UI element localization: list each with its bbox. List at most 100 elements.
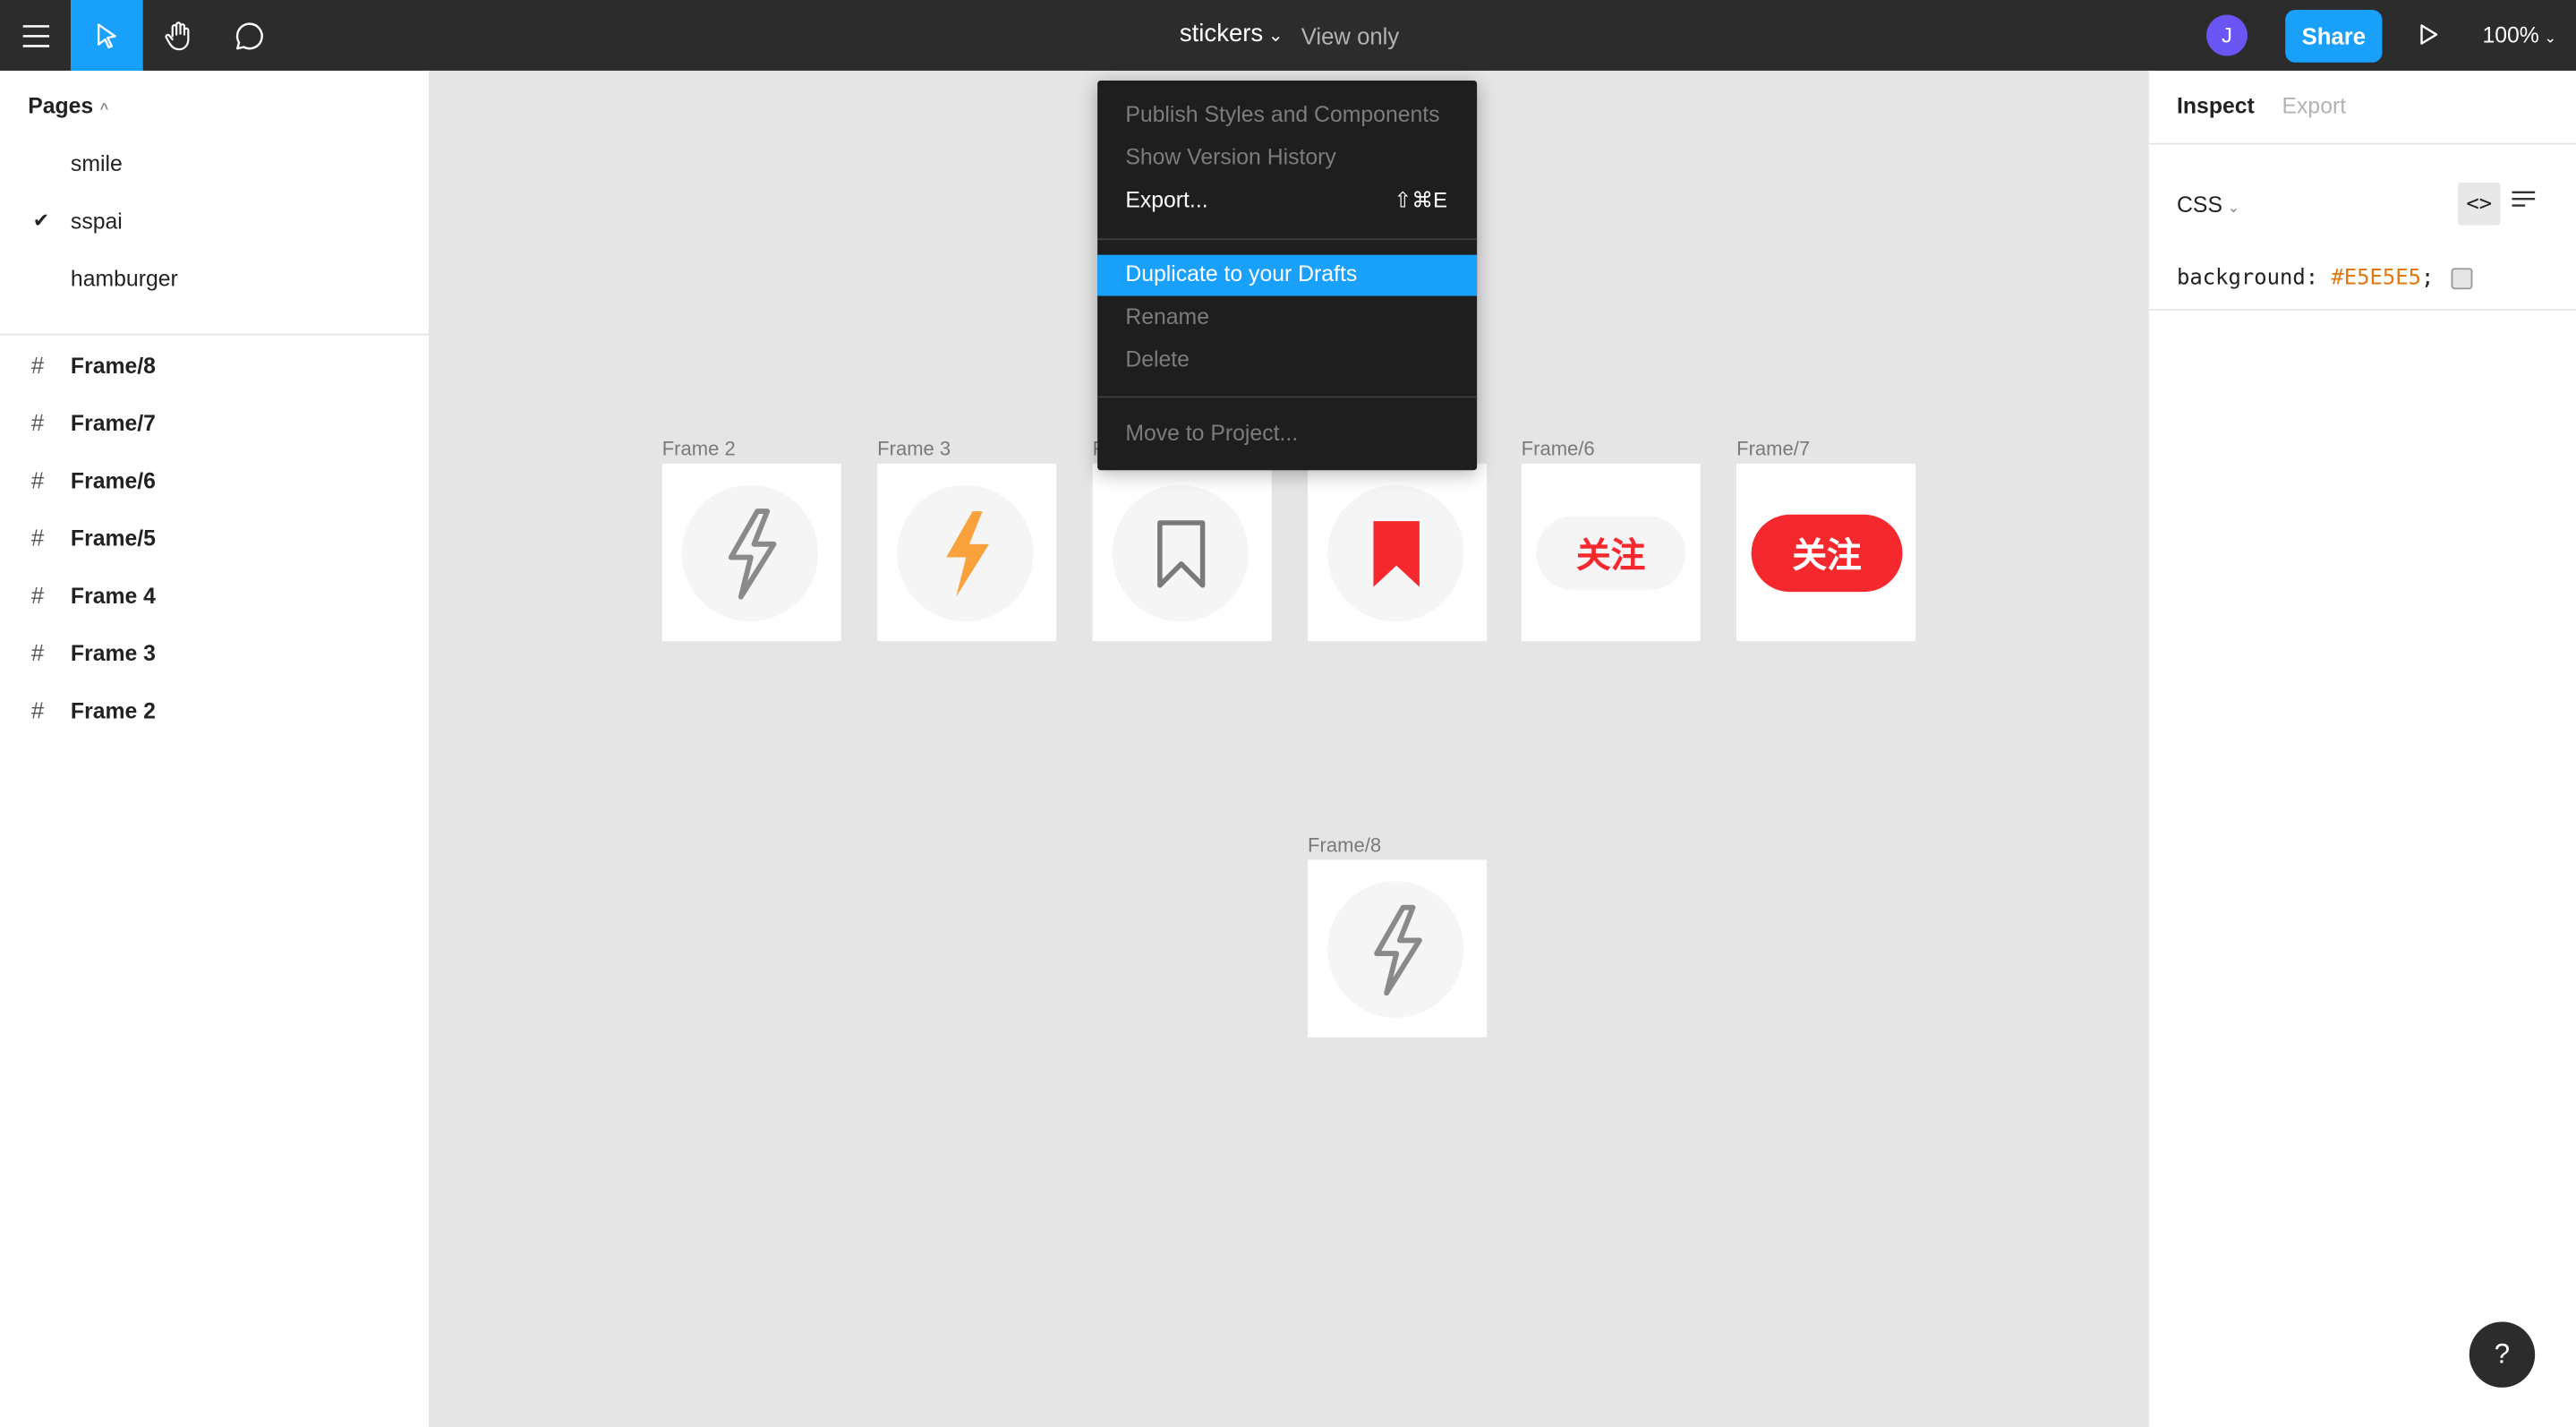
code-view-button[interactable]: <> (2457, 182, 2501, 226)
divider (0, 333, 430, 336)
icon-circle (681, 484, 819, 622)
frame-label: Frame/6 (1521, 437, 1595, 461)
layer-item[interactable]: # Frame/7 (0, 409, 429, 442)
hamburger-menu-icon (21, 24, 49, 47)
menu-item-delete[interactable]: Delete (1097, 340, 1477, 381)
menu-item-label: Delete (1125, 346, 1190, 372)
divider (2148, 142, 2576, 145)
layer-name: Frame/8 (70, 353, 156, 379)
menu-item-label: Duplicate to your Drafts (1125, 261, 1358, 286)
frame-8[interactable] (1308, 859, 1488, 1038)
menu-item-label: Show Version History (1125, 144, 1336, 170)
css-property: background: (2177, 266, 2319, 292)
divider (2148, 309, 2576, 312)
file-name-dropdown[interactable]: stickers ⌄ (1180, 20, 1284, 47)
layer-name: Frame 4 (70, 583, 156, 609)
comment-tool-button[interactable] (214, 0, 285, 71)
menu-item-label: Move to Project... (1125, 421, 1299, 446)
menu-item-export[interactable]: Export... ⇧⌘E (1097, 181, 1477, 222)
page-item-sspai[interactable]: sspai (71, 209, 123, 234)
checkmark-icon: ✔ (32, 209, 50, 232)
comment-icon (235, 21, 262, 49)
toolbar: stickers ⌄ View only J Share 100% ⌄ (0, 0, 2576, 71)
menu-item-label: Export... (1125, 187, 1208, 212)
frame-icon: # (30, 582, 45, 609)
chevron-down-icon: ⌄ (2544, 30, 2557, 47)
avatar[interactable]: J (2206, 14, 2248, 56)
layer-name: Frame 2 (70, 698, 156, 724)
frame-6[interactable]: 关注 (1521, 463, 1701, 642)
frame-5[interactable] (1308, 463, 1488, 642)
menu-separator (1097, 238, 1478, 241)
tab-export[interactable]: Export (2282, 94, 2347, 119)
hand-tool-button[interactable] (143, 0, 214, 71)
frame-label: Frame/8 (1308, 833, 1382, 857)
layer-item[interactable]: # Frame/6 (0, 467, 429, 500)
bolt-filled-icon (945, 510, 989, 596)
play-icon (2420, 24, 2438, 45)
layer-item[interactable]: # Frame/5 (0, 525, 429, 558)
menu-item-version-history[interactable]: Show Version History (1097, 138, 1477, 179)
frame-icon: # (30, 639, 45, 666)
layer-name: Frame/6 (70, 468, 156, 493)
chevron-down-icon: ⌄ (2227, 199, 2240, 216)
zoom-dropdown[interactable]: 100% ⌄ (2482, 23, 2556, 48)
page-item-smile[interactable]: smile (71, 151, 123, 176)
frame-label: Frame 2 (661, 437, 736, 461)
icon-circle (1327, 484, 1464, 622)
color-swatch (2450, 268, 2472, 290)
share-button[interactable]: Share (2285, 10, 2383, 63)
css-value[interactable]: #E5E5E5 (2331, 266, 2421, 291)
frame-3[interactable] (877, 463, 1057, 642)
frame-icon: # (30, 524, 45, 551)
layer-name: Frame 3 (70, 641, 156, 666)
layer-name: Frame/5 (70, 526, 156, 551)
frame-icon: # (30, 696, 45, 724)
menu-item-rename[interactable]: Rename (1097, 297, 1477, 338)
zoom-level: 100% (2482, 22, 2539, 48)
pages-title: Pages (28, 93, 94, 119)
frame-4[interactable] (1092, 463, 1272, 642)
file-name: stickers (1179, 20, 1264, 48)
css-code-line: background: #E5E5E5; (2177, 266, 2472, 291)
chevron-down-icon: ⌄ (1267, 26, 1284, 47)
menu-item-label: Rename (1125, 303, 1209, 329)
shortcut-label: ⇧⌘E (1394, 187, 1448, 212)
layer-item[interactable]: # Frame 2 (0, 697, 429, 731)
code-icon: <> (2466, 191, 2493, 217)
frame-label: Frame/7 (1736, 437, 1811, 461)
frame-icon: # (30, 409, 45, 436)
tab-inspect[interactable]: Inspect (2177, 94, 2255, 119)
bolt-outline-icon (1373, 903, 1421, 995)
icon-circle (1327, 881, 1464, 1018)
code-language-dropdown[interactable]: CSS ⌄ (2177, 192, 2239, 218)
bolt-outline-icon (727, 508, 776, 599)
layer-name: Frame/7 (70, 411, 156, 436)
frame-icon: # (30, 351, 45, 379)
help-button[interactable]: ? (2469, 1321, 2536, 1388)
bookmark-outline-icon (1156, 519, 1205, 587)
layer-item[interactable]: # Frame 3 (0, 639, 429, 672)
cursor-icon (97, 22, 116, 48)
layer-item[interactable]: # Frame/8 (0, 352, 429, 385)
page-item-hamburger[interactable]: hamburger (71, 266, 178, 291)
layer-item[interactable]: # Frame 4 (0, 582, 429, 615)
menu-item-move-to-project[interactable]: Move to Project... (1097, 414, 1477, 456)
list-view-button[interactable] (2511, 189, 2537, 220)
menu-item-publish[interactable]: Publish Styles and Components (1097, 96, 1477, 137)
bookmark-filled-icon (1372, 520, 1419, 586)
menu-separator (1097, 396, 1478, 398)
present-button[interactable] (2415, 21, 2441, 56)
main-menu-button[interactable] (0, 0, 71, 71)
frame-2[interactable] (661, 463, 841, 642)
menu-item-label: Publish Styles and Components (1125, 101, 1440, 127)
frame-7[interactable]: 关注 (1736, 463, 1916, 642)
pages-header[interactable]: Pages ^ (28, 94, 108, 119)
menu-item-duplicate[interactable]: Duplicate to your Drafts (1097, 254, 1478, 296)
icon-circle (1112, 484, 1249, 622)
css-semicolon: ; (2421, 266, 2435, 292)
hand-icon (164, 21, 189, 50)
view-mode-label: View only (1301, 22, 1400, 50)
chevron-up-icon: ^ (99, 100, 109, 117)
move-tool-button[interactable] (70, 0, 143, 71)
